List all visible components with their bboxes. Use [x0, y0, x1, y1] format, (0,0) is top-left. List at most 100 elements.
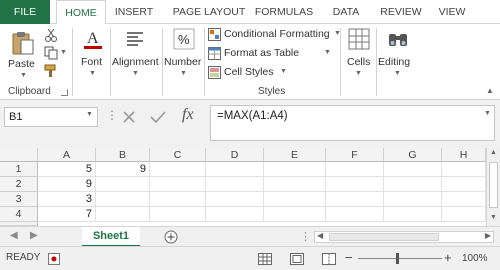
insert-function-icon[interactable]: fx [182, 106, 194, 124]
cell-e3[interactable] [264, 192, 326, 207]
cells-button[interactable]: Cells ▼ [344, 28, 374, 84]
vertical-scroll-thumb[interactable] [489, 162, 498, 208]
enter-icon[interactable] [150, 110, 166, 124]
zoom-in-icon[interactable]: + [444, 250, 452, 265]
zoom-level[interactable]: 100% [462, 253, 488, 264]
alignment-button[interactable]: Alignment ▼ [112, 28, 159, 84]
normal-view-icon[interactable] [258, 253, 272, 265]
scroll-left-icon[interactable]: ◀ [317, 231, 323, 240]
cell-d3[interactable] [206, 192, 264, 207]
cell-a3[interactable]: 3 [38, 192, 96, 207]
cell-e2[interactable] [264, 177, 326, 192]
tab-home[interactable]: HOME [56, 0, 106, 25]
scroll-down-icon[interactable]: ▼ [490, 214, 497, 221]
column-header-e[interactable]: E [264, 148, 326, 162]
cell-a4[interactable]: 7 [38, 207, 96, 222]
name-box-dropdown-icon[interactable]: ▼ [86, 111, 93, 118]
macro-record-icon[interactable] [48, 253, 60, 265]
column-header-a[interactable]: A [38, 148, 96, 162]
prev-sheet-icon[interactable]: ◀ [10, 230, 18, 241]
format-painter-icon[interactable] [44, 64, 58, 78]
cell-f3[interactable] [326, 192, 384, 207]
cell-h2[interactable] [442, 177, 486, 192]
cell-h4[interactable] [442, 207, 486, 222]
cell-e4[interactable] [264, 207, 326, 222]
zoom-slider-thumb[interactable] [396, 253, 399, 264]
font-button[interactable]: A Font ▼ [78, 28, 108, 84]
conditional-formatting-button[interactable]: Conditional Formatting ▼ [208, 27, 341, 43]
sheet-tab-sheet1[interactable]: Sheet1 [82, 227, 140, 247]
tab-insert[interactable]: INSERT [112, 0, 156, 24]
next-sheet-icon[interactable]: ▶ [30, 230, 38, 241]
column-header-d[interactable]: D [206, 148, 264, 162]
tab-page-layout[interactable]: PAGE LAYOUT [166, 0, 252, 24]
zoom-out-icon[interactable]: − [345, 250, 353, 265]
cell-f4[interactable] [326, 207, 384, 222]
horizontal-scrollbar[interactable]: ◀ ▶ [314, 231, 494, 243]
clipboard-launcher[interactable] [61, 89, 68, 96]
cell-b1[interactable]: 9 [96, 162, 150, 177]
tab-data[interactable]: DATA [326, 0, 366, 24]
tab-view[interactable]: VIEW [434, 0, 470, 24]
row-header-4[interactable]: 4 [0, 207, 38, 222]
cell-f1[interactable] [326, 162, 384, 177]
cut-icon[interactable] [44, 28, 58, 42]
cell-b3[interactable] [96, 192, 150, 207]
cell-c3[interactable] [150, 192, 206, 207]
cell-d1[interactable] [206, 162, 264, 177]
cell-b4[interactable] [96, 207, 150, 222]
copy-caret[interactable]: ▼ [60, 49, 67, 56]
copy-icon[interactable] [44, 46, 58, 60]
cell-g1[interactable] [384, 162, 442, 177]
tab-formulas[interactable]: FORMULAS [252, 0, 316, 24]
column-header-b[interactable]: B [96, 148, 150, 162]
select-all-corner[interactable] [0, 148, 38, 162]
scroll-up-icon[interactable]: ▲ [490, 149, 497, 156]
column-header-c[interactable]: C [150, 148, 206, 162]
tab-split-handle[interactable]: ⋮ [300, 230, 311, 243]
column-header-f[interactable]: F [326, 148, 384, 162]
paste-button[interactable]: Paste ▼ [6, 28, 40, 82]
editing-button[interactable]: Editing ▼ [378, 28, 418, 84]
cell-a2[interactable]: 9 [38, 177, 96, 192]
cell-f2[interactable] [326, 177, 384, 192]
cell-c1[interactable] [150, 162, 206, 177]
horizontal-scroll-thumb[interactable] [329, 233, 439, 241]
cell-h1[interactable] [442, 162, 486, 177]
cell-c2[interactable] [150, 177, 206, 192]
cell-d4[interactable] [206, 207, 264, 222]
page-break-preview-icon[interactable] [322, 253, 336, 265]
column-header-g[interactable]: G [384, 148, 442, 162]
cell-c4[interactable] [150, 207, 206, 222]
scroll-right-icon[interactable]: ▶ [485, 231, 491, 240]
cell-g2[interactable] [384, 177, 442, 192]
page-layout-view-icon[interactable] [290, 253, 304, 265]
cell-g4[interactable] [384, 207, 442, 222]
paste-caret: ▼ [20, 72, 27, 79]
formula-input[interactable]: =MAX(A1:A4) [210, 105, 495, 141]
column-header-h[interactable]: H [442, 148, 486, 162]
vertical-scrollbar[interactable]: ▲ ▼ [486, 148, 500, 228]
name-box[interactable]: B1 [4, 107, 98, 127]
zoom-slider[interactable] [358, 258, 442, 259]
add-sheet-icon[interactable] [164, 230, 178, 244]
collapse-ribbon-icon[interactable]: ▲ [486, 86, 494, 95]
cell-b2[interactable] [96, 177, 150, 192]
number-button[interactable]: % Number ▼ [164, 28, 204, 84]
cell-g3[interactable] [384, 192, 442, 207]
clipboard-group-label: Clipboard [8, 86, 51, 97]
tab-review[interactable]: REVIEW [376, 0, 426, 24]
row-header-2[interactable]: 2 [0, 177, 38, 192]
cancel-icon[interactable] [122, 110, 136, 124]
expand-formula-bar-icon[interactable]: ▼ [484, 110, 491, 117]
format-as-table-button[interactable]: Format as Table ▼ [208, 46, 331, 62]
row-header-3[interactable]: 3 [0, 192, 38, 207]
cell-styles-button[interactable]: Cell Styles ▼ [208, 65, 288, 81]
cell-e1[interactable] [264, 162, 326, 177]
tab-file[interactable]: FILE [0, 0, 50, 24]
cell-h3[interactable] [442, 192, 486, 207]
cell-a1[interactable]: 5 [38, 162, 96, 177]
worksheet-grid[interactable]: A B C D E F G H 1 2 3 4 5 9 9 3 7 [0, 148, 486, 226]
row-header-1[interactable]: 1 [0, 162, 38, 177]
cell-d2[interactable] [206, 177, 264, 192]
